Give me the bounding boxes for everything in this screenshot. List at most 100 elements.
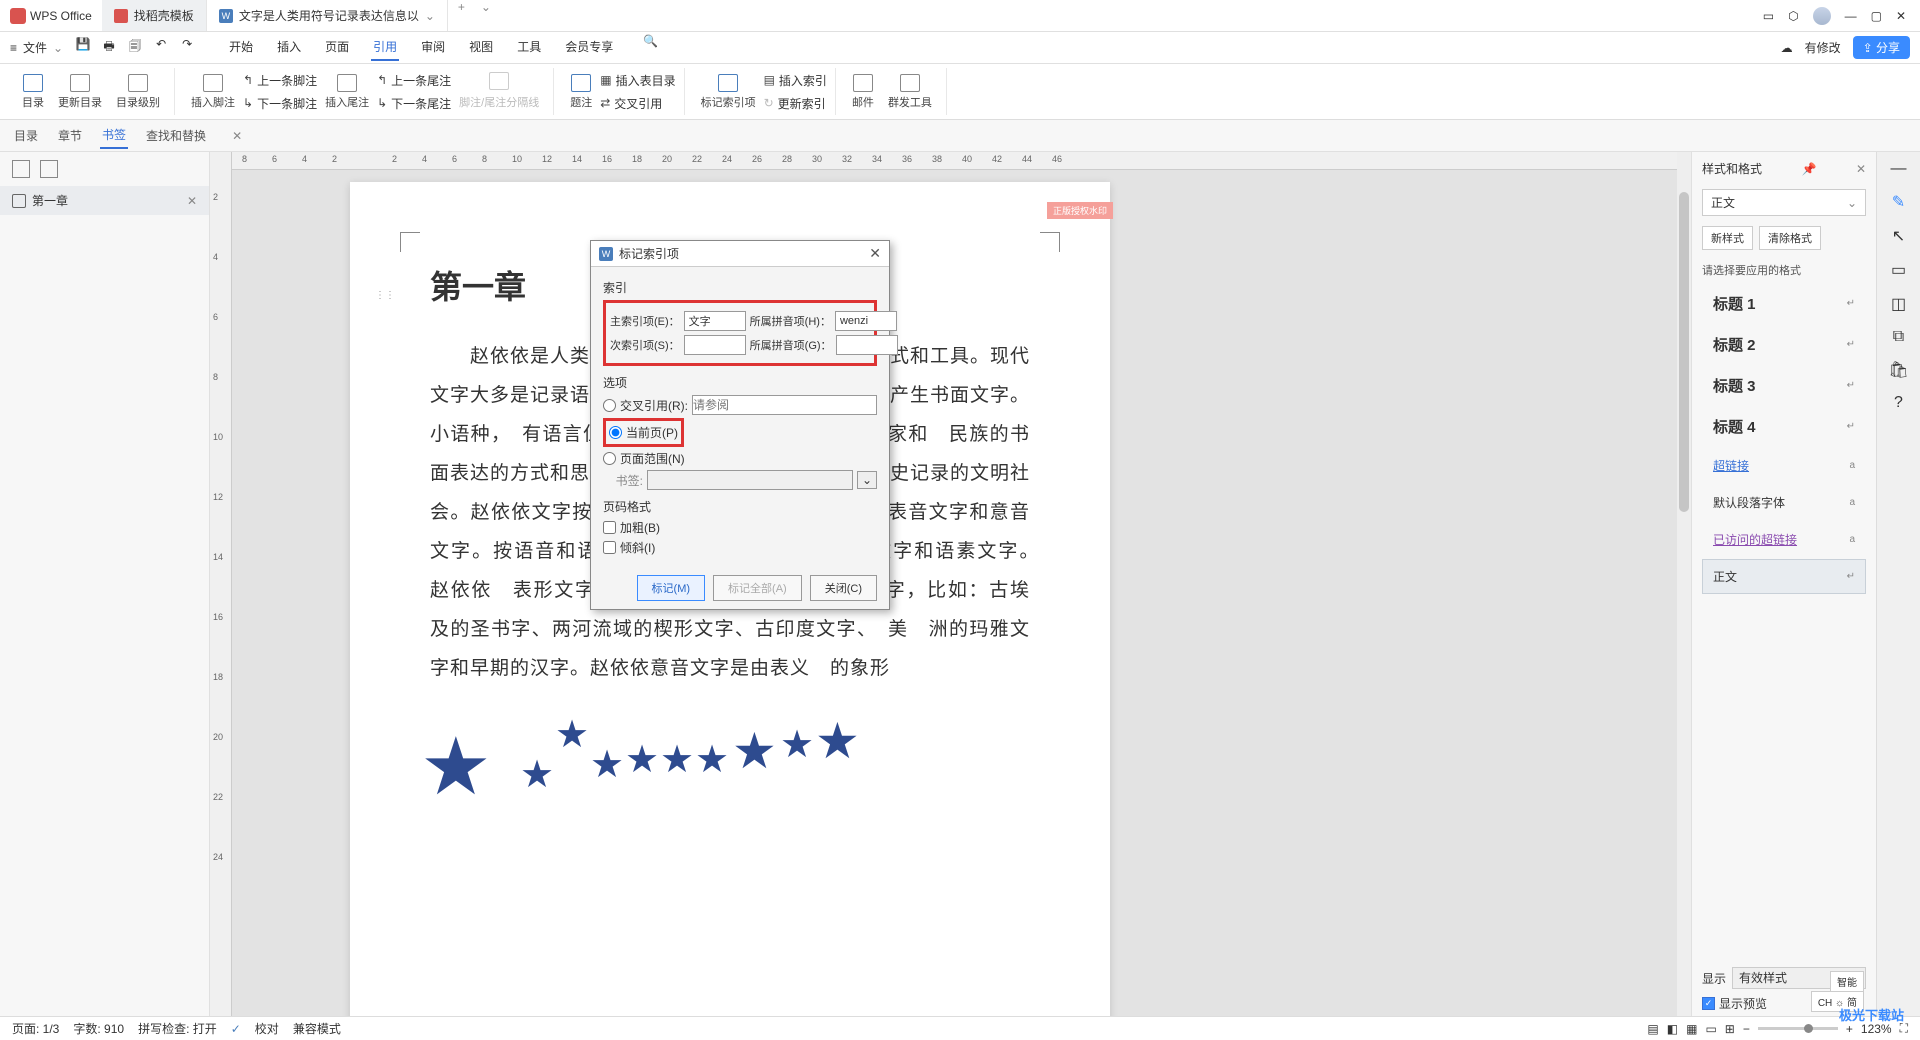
tab-template[interactable]: 找稻壳模板 (102, 0, 207, 31)
style-heading4[interactable]: 标题 4↵ (1702, 407, 1866, 446)
insert-fig-toc[interactable]: ▦ 插入表目录 (600, 70, 675, 91)
update-toc-button[interactable]: 更新目录 (52, 74, 108, 110)
toc-level-button[interactable]: 目录级别 (110, 74, 166, 110)
collapse-icon[interactable]: — (1891, 160, 1907, 178)
select-icon[interactable]: ▭ (1891, 260, 1906, 280)
prev-footnote[interactable]: ↰ 上一条脚注 (243, 70, 317, 91)
menu-insert[interactable]: 插入 (275, 34, 303, 61)
sort-asc-icon[interactable] (12, 160, 30, 178)
style-heading1[interactable]: 标题 1↵ (1702, 284, 1866, 323)
zoom-slider[interactable] (1758, 1027, 1838, 1030)
style-heading3[interactable]: 标题 3↵ (1702, 366, 1866, 405)
new-tab-button[interactable]: + (448, 0, 475, 31)
current-page-radio[interactable] (609, 426, 622, 439)
italic-option[interactable]: 倾斜(I) (603, 539, 877, 556)
close-button[interactable]: 关闭(C) (810, 575, 877, 601)
sub-entry-input[interactable] (684, 335, 746, 355)
sort-desc-icon[interactable] (40, 160, 58, 178)
help-icon[interactable]: ? (1894, 394, 1903, 412)
nav-close-icon[interactable]: ✕ (232, 129, 242, 143)
view-icon2[interactable]: ◧ (1667, 1022, 1678, 1036)
cursor-icon[interactable]: ↖ (1892, 226, 1905, 246)
smart-tag[interactable]: 智能 (1830, 971, 1864, 992)
nav-tab-chapter[interactable]: 章节 (56, 123, 84, 148)
current-page-option[interactable]: 当前页(P) (609, 424, 678, 441)
cloud-icon[interactable]: ☁ (1781, 41, 1793, 55)
bookmark-dropdown-icon[interactable]: ⌄ (857, 471, 877, 489)
bold-option[interactable]: 加粗(B) (603, 519, 877, 536)
brush-icon[interactable]: ✎ (1892, 192, 1905, 212)
menu-review[interactable]: 审阅 (419, 34, 447, 61)
main-entry-input[interactable] (684, 311, 746, 331)
menu-view[interactable]: 视图 (467, 34, 495, 61)
mark-button[interactable]: 标记(M) (637, 575, 706, 601)
layers-icon[interactable]: ◫ (1891, 294, 1906, 314)
page-range-option[interactable]: 页面范围(N) (603, 450, 877, 467)
current-style-combo[interactable]: 正文 ⌄ (1702, 189, 1866, 216)
style-hyperlink[interactable]: 超链接a (1702, 448, 1866, 483)
new-style-button[interactable]: 新样式 (1702, 226, 1753, 250)
panel-close-icon[interactable]: ✕ (1856, 162, 1866, 176)
print-icon[interactable]: 🖶 (101, 37, 117, 58)
clear-format-button[interactable]: 清除格式 (1759, 226, 1821, 250)
italic-checkbox[interactable] (603, 541, 616, 554)
tab-document[interactable]: W 文字是人类用符号记录表达信息以 ⌄ (207, 0, 448, 31)
spellcheck-status[interactable]: 拼写检查: 打开 (138, 1020, 217, 1037)
bookmark-delete-icon[interactable]: ✕ (187, 194, 197, 208)
cross-ref[interactable]: ⇄ 交叉引用 (600, 93, 675, 114)
menu-reference[interactable]: 引用 (371, 34, 399, 61)
file-menu[interactable]: ≡ 文件 ⌄ (10, 39, 63, 56)
pinyin-h-input[interactable] (835, 311, 897, 331)
bookmark-select[interactable] (647, 470, 853, 490)
mark-all-button[interactable]: 标记全部(A) (713, 575, 802, 601)
insert-footnote-button[interactable]: 插入脚注 (185, 74, 241, 110)
fn-separator[interactable]: 脚注/尾注分隔线 (453, 72, 545, 112)
nav-tab-find[interactable]: 查找和替换 (144, 123, 208, 148)
update-index[interactable]: ↻ 更新索引 (764, 93, 827, 114)
style-default-font[interactable]: 默认段落字体a (1702, 485, 1866, 520)
cube-icon[interactable]: ⬡ (1788, 9, 1798, 23)
tab-dropdown-icon[interactable]: ⌄ (425, 9, 435, 23)
menu-tools[interactable]: 工具 (515, 34, 543, 61)
minimize-icon[interactable]: — (1845, 9, 1857, 23)
menu-start[interactable]: 开始 (227, 34, 255, 61)
prev-endnote[interactable]: ↰ 上一条尾注 (377, 70, 451, 91)
scrollbar-thumb[interactable] (1679, 192, 1689, 512)
view-icon5[interactable]: ⊞ (1725, 1022, 1735, 1036)
pinyin-g-input[interactable] (836, 335, 898, 355)
caption-button[interactable]: 题注 (564, 74, 598, 110)
menu-member[interactable]: 会员专享 (563, 34, 615, 61)
cross-ref-option[interactable]: 交叉引用(R): (603, 395, 877, 415)
zoom-out-icon[interactable]: − (1743, 1022, 1750, 1036)
preview-icon[interactable]: 🗐 (127, 37, 143, 58)
user-avatar[interactable] (1813, 7, 1831, 25)
proof-icon[interactable]: ✓ (231, 1022, 241, 1036)
slider-thumb[interactable] (1804, 1024, 1813, 1033)
view-icon4[interactable]: ▭ (1705, 1022, 1716, 1036)
proof-label[interactable]: 校对 (255, 1020, 279, 1037)
close-icon[interactable]: ✕ (1896, 9, 1906, 23)
cross-ref-radio[interactable] (603, 399, 616, 412)
menu-page[interactable]: 页面 (323, 34, 351, 61)
maximize-icon[interactable]: ▢ (1871, 9, 1882, 23)
mail-button[interactable]: 邮件 (846, 74, 880, 110)
document-area[interactable]: 2 4 6 8 10 12 14 16 18 20 22 24 8 6 4 2 … (210, 152, 1691, 1020)
cross-ref-input[interactable] (692, 395, 877, 415)
insert-endnote-button[interactable]: 插入尾注 (319, 74, 375, 110)
scrollbar[interactable] (1677, 152, 1691, 1020)
dialog-close-icon[interactable]: ✕ (869, 245, 881, 262)
page-indicator[interactable]: 页面: 1/3 (12, 1020, 59, 1037)
search-icon[interactable]: 🔍 (643, 34, 658, 61)
toc-button[interactable]: 目录 (16, 74, 50, 110)
bookmark-item[interactable]: 第一章 ✕ (0, 186, 209, 215)
mark-entry-button[interactable]: 标记索引项 (695, 74, 762, 110)
mail-merge-button[interactable]: 群发工具 (882, 74, 938, 110)
chain-icon[interactable]: ⧉ (1893, 328, 1904, 346)
word-count[interactable]: 字数: 910 (73, 1020, 124, 1037)
insert-index[interactable]: ▤ 插入索引 (764, 70, 827, 91)
view-icon1[interactable]: ▤ (1647, 1022, 1658, 1036)
view-icon3[interactable]: ▦ (1686, 1022, 1697, 1036)
pin-icon[interactable]: 📌 (1802, 162, 1817, 176)
box-icon[interactable]: ▭ (1763, 9, 1774, 23)
share-button[interactable]: ⇪ 分享 (1853, 36, 1910, 59)
